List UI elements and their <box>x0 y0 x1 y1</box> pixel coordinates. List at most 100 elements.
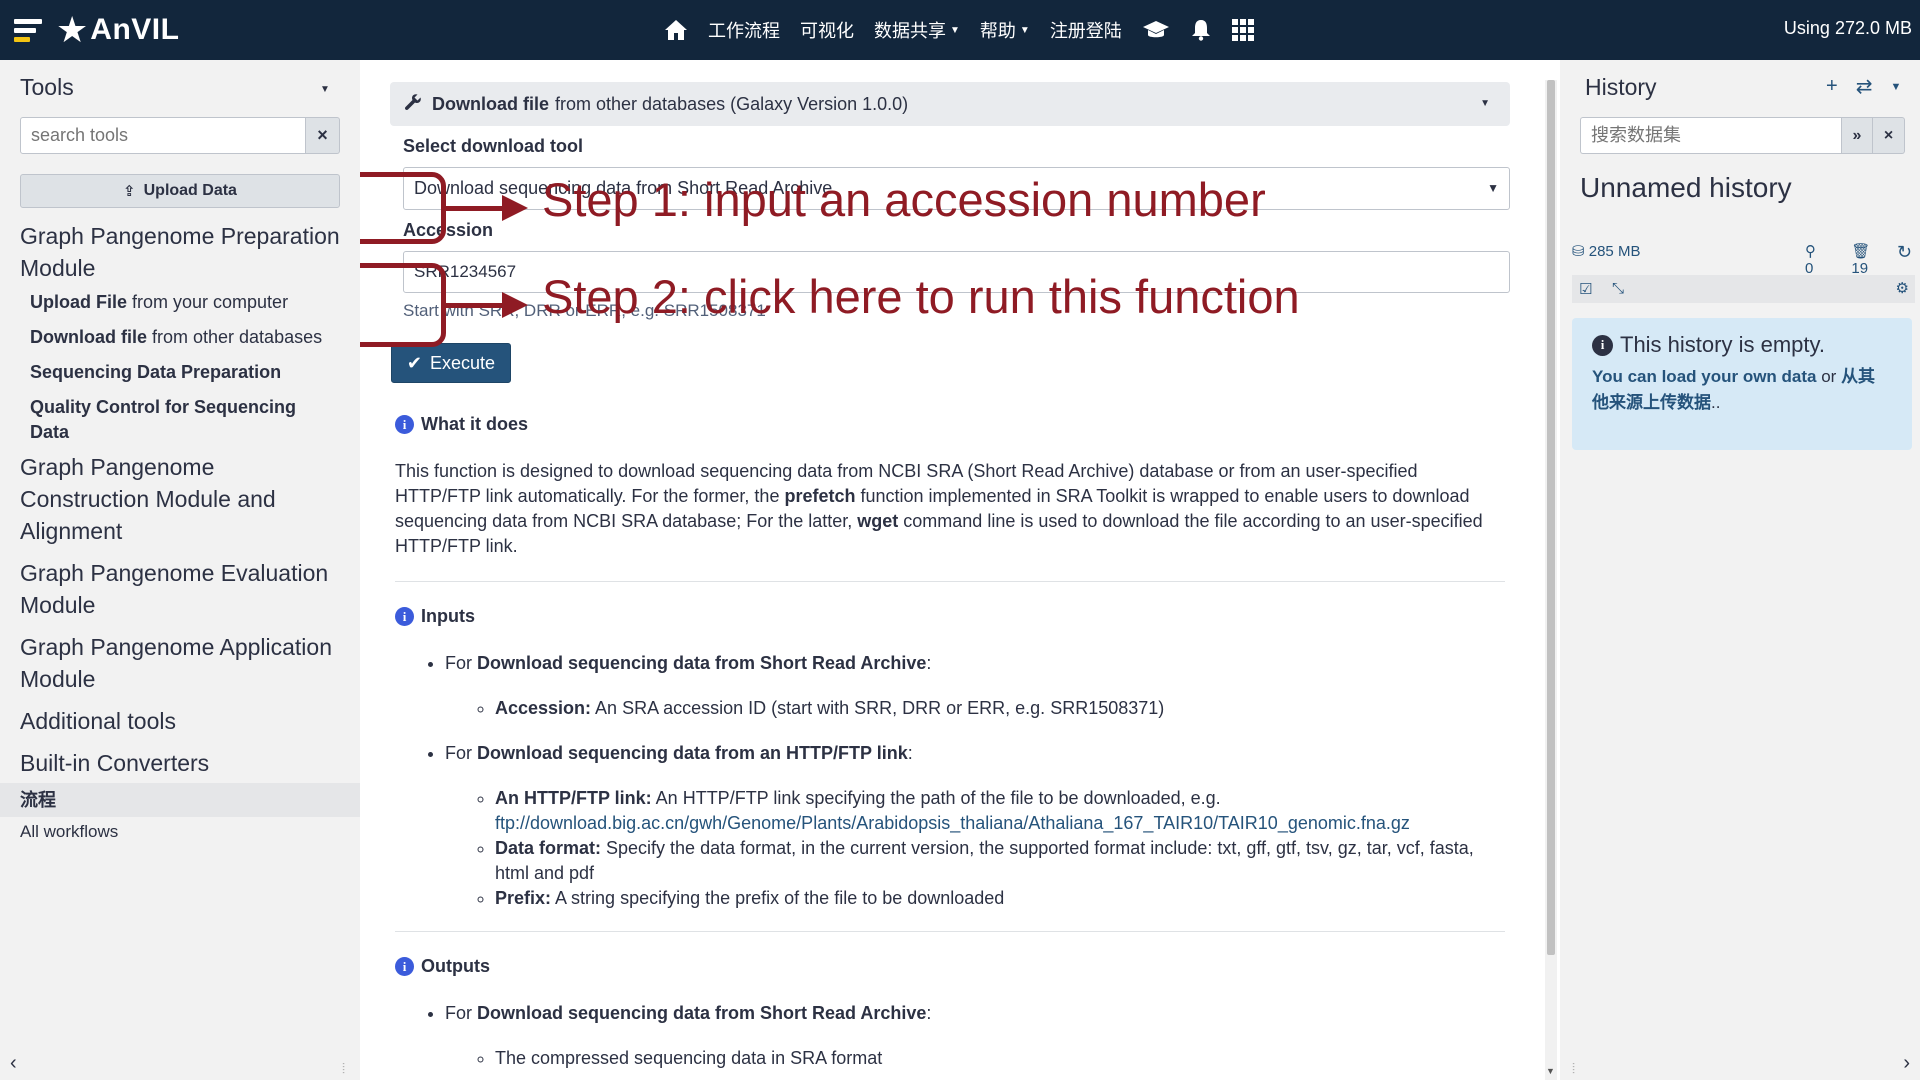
annotation-box-step1 <box>360 172 446 244</box>
outputs-list: For Download sequencing data from Short … <box>395 1001 1505 1071</box>
tool-sequencing-data-preparation[interactable]: Sequencing Data Preparation <box>0 360 360 385</box>
chevron-down-icon: ▼ <box>950 24 960 36</box>
switch-history-icon[interactable]: ⇄ <box>1856 74 1873 99</box>
tool-panel: Tools ▼ × ⇪ Upload Data Graph Pangenome … <box>0 60 360 1080</box>
scrollbar-thumb[interactable] <box>1547 80 1555 955</box>
load-data-link[interactable]: You can load your own data <box>1592 367 1817 386</box>
gear-icon[interactable]: ⚙ <box>1896 279 1909 297</box>
annotation-step1: Step 1: input an accession number <box>542 173 1266 226</box>
tool-section-construction[interactable]: Graph Pangenome Construction Module and … <box>0 451 360 547</box>
main-nav: 工作流程 可视化 数据共享 ▼ 帮助 ▼ 注册登陆 <box>664 0 1274 60</box>
tool-search-input[interactable] <box>20 117 306 154</box>
nav-data-sharing[interactable]: 数据共享 ▼ <box>874 17 960 43</box>
inputs-heading: i Inputs <box>395 604 1505 629</box>
list-item: For Download sequencing data from an HTT… <box>445 741 1505 911</box>
scroll-down-icon[interactable]: ▼ <box>1546 1066 1555 1076</box>
wrench-icon <box>404 93 422 116</box>
select-items-icon[interactable]: ☑ <box>1579 280 1592 298</box>
tool-download-file[interactable]: Download file from other databases <box>0 325 360 350</box>
list-item: An HTTP/FTP link: An HTTP/FTP link speci… <box>495 786 1505 836</box>
menu-icon[interactable] <box>14 17 42 43</box>
tool-search: × <box>20 117 340 154</box>
list-item: Prefix: A string specifying the prefix o… <box>495 886 1505 911</box>
history-search-input[interactable] <box>1580 117 1841 154</box>
chevron-down-icon[interactable]: ▼ <box>1890 81 1901 93</box>
tool-section-converters[interactable]: Built-in Converters <box>0 747 360 779</box>
history-title: History <box>1585 74 1657 100</box>
tool-description: from other databases (Galaxy Version 1.0… <box>555 93 909 114</box>
all-workflows-link[interactable]: All workflows <box>0 817 360 847</box>
plus-icon[interactable]: + <box>1826 75 1838 98</box>
inputs-list: For Download sequencing data from Short … <box>395 651 1505 911</box>
shown-count[interactable]: ⚲ 0 <box>1805 242 1837 277</box>
quota-meter[interactable]: Using 272.0 MB <box>1784 18 1912 39</box>
grid-icon[interactable] <box>1231 19 1254 41</box>
list-item: Accession: An SRA accession ID (start wi… <box>495 696 1505 721</box>
what-it-does-text: This function is designed to download se… <box>395 461 1483 556</box>
info-icon: i <box>395 607 414 626</box>
select-download-tool-label: Select download tool <box>403 136 584 156</box>
home-icon[interactable] <box>664 19 688 41</box>
chevron-left-icon[interactable]: ‹ <box>10 1052 17 1075</box>
annotation-box-step2 <box>360 263 446 347</box>
list-item: For Download sequencing data from Short … <box>445 651 1505 721</box>
check-icon: ✔ <box>406 352 423 373</box>
refresh-icon[interactable]: ↻ <box>1897 242 1912 263</box>
workflows-header: 流程 <box>0 783 360 817</box>
annotation-arrow-step2 <box>446 303 506 308</box>
resize-handle[interactable]: ⦙ <box>1572 1060 1575 1077</box>
nav-visualize[interactable]: 可视化 <box>800 17 854 43</box>
list-item: Data format: Specify the data format, in… <box>495 836 1505 886</box>
tool-section-application[interactable]: Graph Pangenome Application Module <box>0 631 360 695</box>
history-actions: + ⇄ ▼ <box>1808 74 1901 99</box>
upload-icon: ⇪ <box>123 183 136 200</box>
example-link[interactable]: ftp://download.big.ac.cn/gwh/Genome/Plan… <box>495 813 1410 833</box>
tool-form: Download file from other databases (Gala… <box>360 60 1540 1080</box>
execute-button[interactable]: ✔ Execute <box>391 343 511 383</box>
annotation-step2: Step 2: click here to run this function <box>542 270 1300 323</box>
tool-section-evaluation[interactable]: Graph Pangenome Evaluation Module <box>0 557 360 621</box>
tool-upload-file[interactable]: Upload File from your computer <box>0 290 360 315</box>
clear-search-icon[interactable]: × <box>306 117 340 154</box>
nav-login[interactable]: 注册登陆 <box>1050 17 1122 43</box>
tool-section-additional[interactable]: Additional tools <box>0 705 360 737</box>
history-search: » × <box>1580 117 1905 154</box>
resize-handle[interactable]: ⦙ <box>342 1060 345 1077</box>
center-scrollbar[interactable]: ▼ <box>1545 80 1557 1080</box>
history-panel: History + ⇄ ▼ » × Unnamed history ⛁ 285 … <box>1560 60 1920 1080</box>
graduation-cap-icon[interactable] <box>1142 20 1170 40</box>
advanced-search-icon[interactable]: » <box>1841 117 1873 154</box>
tool-panel-title: Tools <box>20 74 74 100</box>
info-icon: i <box>395 415 414 434</box>
annotation-arrow-step1 <box>446 206 506 211</box>
bell-icon[interactable] <box>1190 19 1212 41</box>
chevron-down-icon[interactable]: ▼ <box>320 84 330 95</box>
tool-name: Download file <box>432 93 549 114</box>
chevron-down-icon: ▼ <box>1019 24 1030 36</box>
tool-section-preparation[interactable]: Graph Pangenome Preparation Module <box>0 220 360 284</box>
history-size[interactable]: ⛁ 285 MB <box>1572 242 1640 260</box>
history-toolbar: ☑ ⤡ ⚙ <box>1572 275 1915 303</box>
clear-search-icon[interactable]: × <box>1873 117 1905 154</box>
chevron-down-icon: ▼ <box>1487 181 1499 195</box>
deleted-count[interactable]: 🗑 19 <box>1851 242 1898 277</box>
list-item: The compressed sequencing data in SRA fo… <box>495 1046 1505 1071</box>
masthead: ★ AnVIL 工作流程 可视化 数据共享 ▼ 帮助 ▼ 注册登陆 Using 27… <box>0 0 1920 60</box>
brand[interactable]: ★ AnVIL <box>14 10 179 50</box>
nav-workflows[interactable]: 工作流程 <box>708 17 780 43</box>
history-empty-message: i This history is empty. You can load you… <box>1572 318 1912 450</box>
tool-list: Graph Pangenome Preparation Module Uploa… <box>0 220 360 847</box>
info-icon: i <box>1592 334 1613 356</box>
tool-quality-control[interactable]: Quality Control for Sequencing Data <box>0 395 360 445</box>
chevron-right-icon[interactable]: › <box>1903 1052 1910 1075</box>
nav-help[interactable]: 帮助 ▼ <box>980 17 1030 43</box>
list-item: For Download sequencing data from Short … <box>445 1001 1505 1071</box>
anvil-logo-icon: ★ <box>56 9 89 50</box>
tool-help: i What it does This function is designed … <box>395 412 1505 1080</box>
what-it-does-heading: i What it does <box>395 412 1505 437</box>
collapse-items-icon[interactable]: ⤡ <box>1612 280 1624 297</box>
history-name[interactable]: Unnamed history <box>1580 172 1792 204</box>
divider <box>395 931 1505 932</box>
upload-data-button[interactable]: ⇪ Upload Data <box>20 174 340 208</box>
chevron-down-icon[interactable]: ▼ <box>1480 98 1490 109</box>
